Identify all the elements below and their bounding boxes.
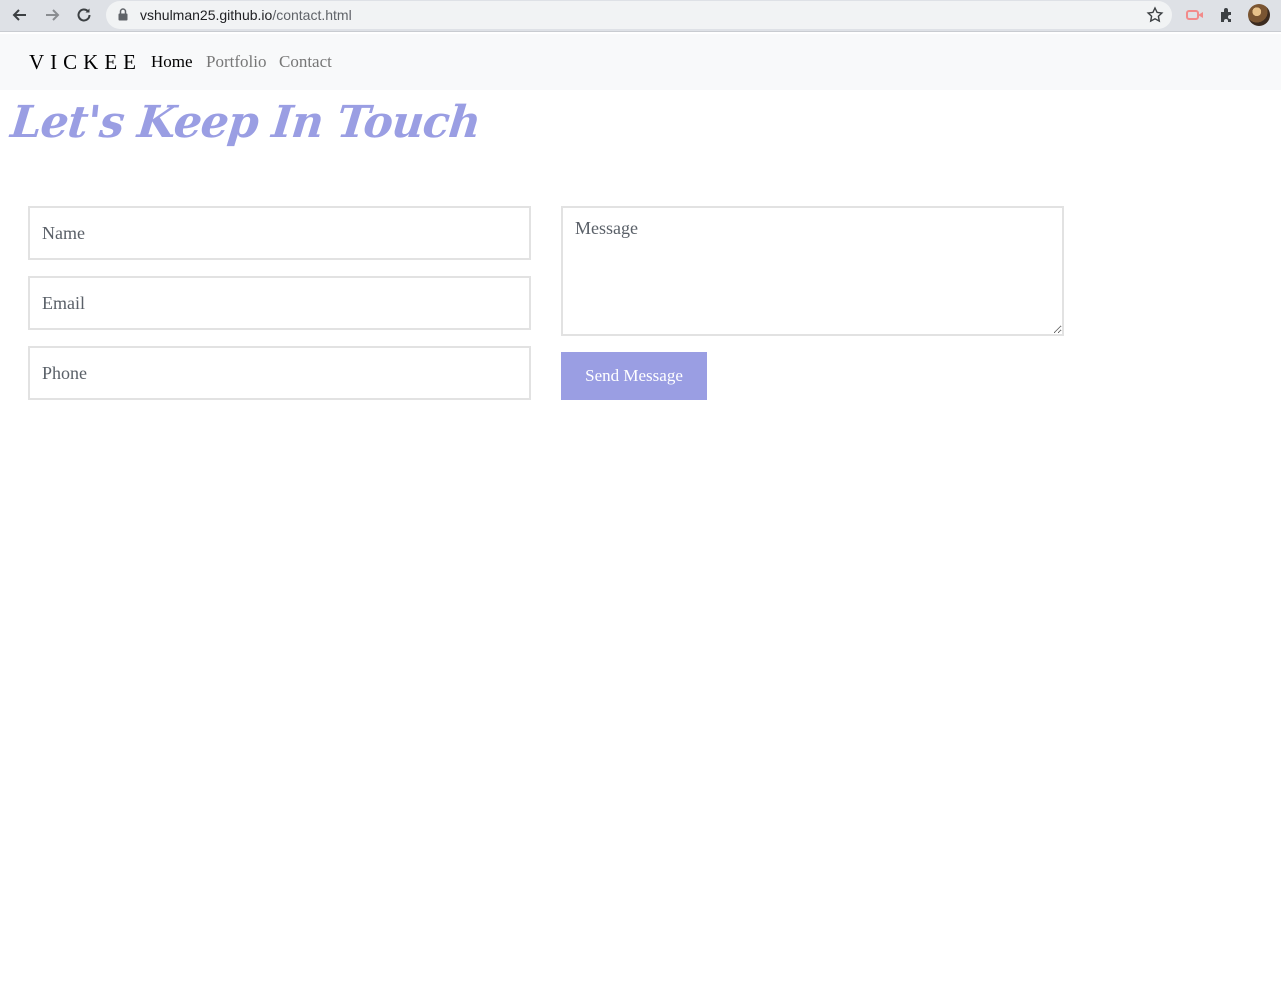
page-title: Let's Keep In Touch [8, 97, 483, 148]
nav-link-home[interactable]: Home [151, 52, 193, 72]
back-arrow-icon[interactable] [8, 4, 32, 26]
star-icon[interactable] [1146, 6, 1164, 27]
nav-link-portfolio[interactable]: Portfolio [206, 52, 266, 72]
extension-icon[interactable] [1185, 5, 1205, 25]
browser-toolbar: vshulman25.github.io/contact.html [0, 0, 1281, 32]
reload-icon[interactable] [72, 4, 96, 26]
avatar[interactable] [1248, 4, 1270, 26]
url-host: vshulman25.github.io [140, 7, 273, 23]
name-input[interactable] [28, 206, 531, 260]
url-path: /contact.html [272, 7, 352, 23]
nav-link-contact[interactable]: Contact [279, 52, 332, 72]
puzzle-icon[interactable] [1217, 5, 1237, 25]
send-message-button[interactable]: Send Message [561, 352, 707, 400]
lock-icon[interactable] [118, 8, 128, 24]
address-bar[interactable]: vshulman25.github.io/contact.html [106, 1, 1172, 29]
url-text[interactable]: vshulman25.github.io/contact.html [140, 7, 352, 23]
site-navbar: VICKEE Home Portfolio Contact [0, 34, 1281, 90]
brand-logo[interactable]: VICKEE [29, 50, 142, 75]
phone-input[interactable] [28, 346, 531, 400]
message-textarea[interactable] [561, 206, 1064, 336]
forward-arrow-icon[interactable] [40, 4, 64, 26]
email-input[interactable] [28, 276, 531, 330]
